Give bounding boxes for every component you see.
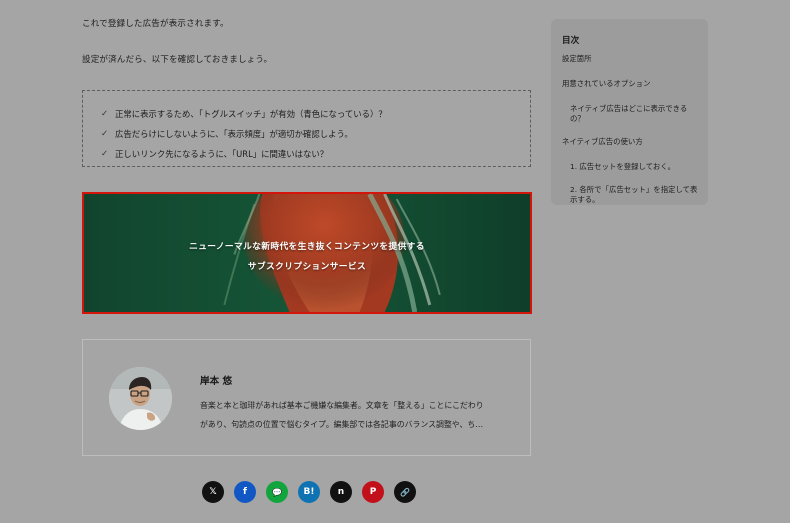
checklist-item-text: 広告だらけにしないように、「表示頻度」が適切か確認しよう。 — [115, 129, 353, 139]
banner-headline: ニューノーマルな新時代を生き抜くコンテンツを提供する — [189, 242, 425, 252]
author-name: 岸本 悠 — [200, 376, 233, 387]
x-icon: 𝕏 — [209, 487, 217, 497]
author-bio: 音楽と本と珈琲があれば基本ご機嫌な編集者。文章を「整える」ことにこだわり があり… — [200, 396, 484, 434]
checklist-item: ✓ 広告だらけにしないように、「表示頻度」が適切か確認しよう。 — [101, 124, 530, 144]
checklist-item-text: 正常に表示するため、「トグルスイッチ」が有効（青色になっている）？ — [115, 109, 387, 119]
page: これで登録した広告が表示されます。 設定が済んだら、以下を確認しておきましょう。… — [0, 0, 790, 523]
checkmark-icon: ✓ — [101, 129, 109, 139]
table-of-contents: 目次 設定箇所用意されているオプションネイティブ広告はどこに表示できるの？ ネイテ… — [551, 19, 708, 205]
checklist-item: ✓ 正常に表示するため、「トグルスイッチ」が有効（青色になっている）？ — [101, 104, 530, 124]
toc-list: 設定箇所用意されているオプションネイティブ広告はどこに表示できるの？ ネイティブ広… — [562, 54, 698, 205]
note-icon: n — [337, 487, 345, 497]
checklist-item: ✓ 正しいリンク先になるように、「URL」に間違いはない？ — [101, 144, 530, 164]
toc-item[interactable]: 設定箇所 — [562, 54, 698, 64]
pinterest-icon: P — [369, 487, 377, 497]
banner-subline: サブスクリプションサービス — [247, 262, 367, 272]
hatena-bookmark-icon: B! — [303, 487, 315, 497]
note-share-button[interactable]: n — [330, 481, 352, 503]
facebook-share-button[interactable]: f — [234, 481, 256, 503]
toc-item[interactable]: ネイティブ広告の使い方 — [562, 137, 698, 147]
copy-link-button[interactable]: 🔗 — [394, 481, 416, 503]
checklist-item-text: 正しいリンク先になるように、「URL」に間違いはない？ — [115, 149, 329, 159]
checkmark-icon: ✓ — [101, 109, 109, 119]
line-icon: 💬 — [272, 487, 282, 497]
native-ad-banner[interactable]: ニューノーマルな新時代を生き抜くコンテンツを提供する サブスクリプションサービス — [82, 192, 532, 314]
author-profile-card: 岸本 悠 音楽と本と珈琲があれば基本ご機嫌な編集者。文章を「整える」ことにこだわ… — [82, 339, 531, 456]
pinterest-share-button[interactable]: P — [362, 481, 384, 503]
facebook-icon: f — [243, 487, 247, 497]
hatena-bookmark-button[interactable]: B! — [298, 481, 320, 503]
checkmark-icon: ✓ — [101, 149, 109, 159]
author-bio-line: があり、句読点の位置で悩むタイプ。編集部では各記事のバランス調整や、ち… — [200, 420, 484, 429]
toc-title: 目次 — [562, 36, 580, 46]
share-buttons: 𝕏f 💬 B! n P 🔗 — [202, 481, 416, 503]
toc-item[interactable]: 2. 各所で「広告セット」を指定して表示する。 — [562, 185, 698, 205]
toc-item[interactable]: 1. 広告セットを登録しておく。 — [562, 162, 698, 172]
banner-copy: ニューノーマルな新時代を生き抜くコンテンツを提供する サブスクリプションサービス — [84, 237, 530, 277]
line-share-button[interactable]: 💬 — [266, 481, 288, 503]
author-avatar — [109, 367, 172, 430]
article-paragraph: これで登録した広告が表示されます。 — [82, 19, 229, 29]
toc-item[interactable]: ネイティブ広告はどこに表示できるの？ — [562, 104, 698, 124]
toc-item[interactable]: 用意されているオプション — [562, 79, 698, 89]
x-share-button[interactable]: 𝕏 — [202, 481, 224, 503]
article-paragraph: 設定が済んだら、以下を確認しておきましょう。 — [82, 55, 273, 65]
link-icon: 🔗 — [400, 487, 410, 497]
checklist-box: ✓ 正常に表示するため、「トグルスイッチ」が有効（青色になっている）？ ✓ 広告… — [82, 90, 531, 167]
author-bio-line: 音楽と本と珈琲があれば基本ご機嫌な編集者。文章を「整える」ことにこだわり — [200, 401, 484, 410]
